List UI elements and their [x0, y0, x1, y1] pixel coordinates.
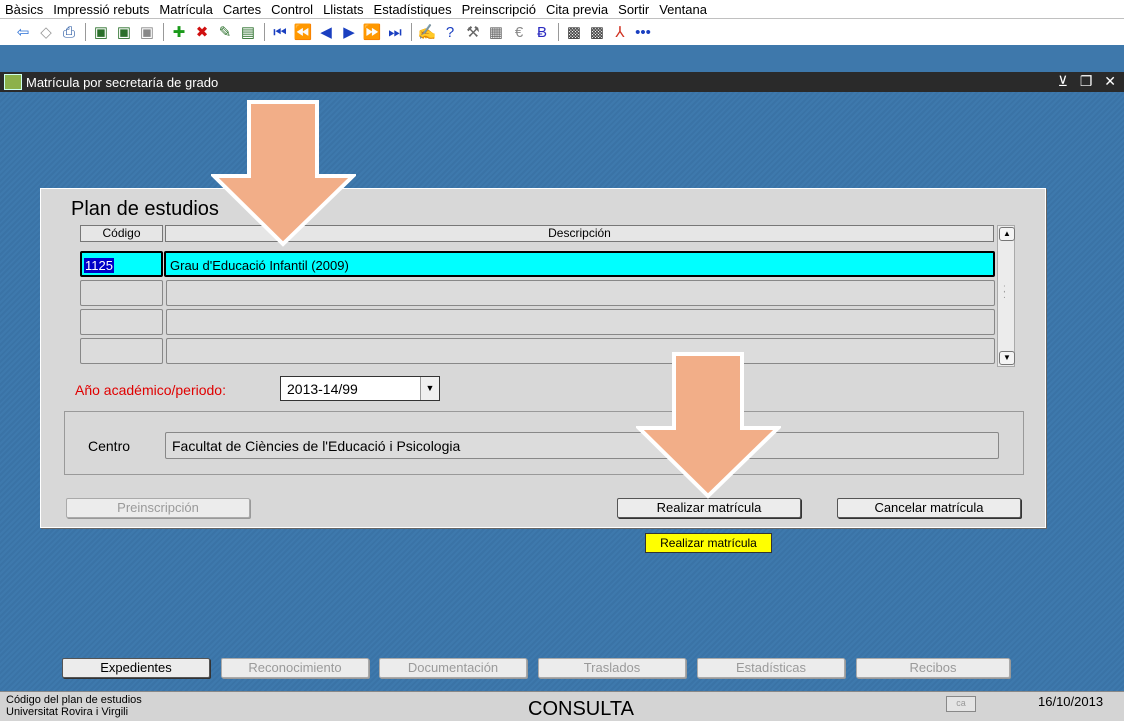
report2-icon[interactable]: ▩ [586, 21, 608, 43]
estadisticas-button[interactable]: Estadísticas [697, 658, 845, 678]
academic-year-label: Año académico/periodo: [75, 382, 226, 398]
documentacion-button[interactable]: Documentación [379, 658, 527, 678]
calendar-icon[interactable]: ▦ [485, 21, 507, 43]
centro-field[interactable]: Facultat de Ciències de l'Educació i Psi… [165, 432, 999, 459]
reconocimiento-button[interactable]: Reconocimiento [221, 658, 369, 678]
tools-icon[interactable]: ⚒ [462, 21, 484, 43]
row-4-description[interactable] [166, 338, 995, 364]
execute-query-icon[interactable]: ▣ [113, 21, 135, 43]
menu-bar: Bàsics Impressió rebuts Matrícula Cartes… [0, 0, 1124, 19]
more-icon[interactable]: ••• [632, 21, 654, 43]
table-scrollbar[interactable]: ▲ ⁚ ⁚ ▼ [997, 225, 1015, 367]
menu-control[interactable]: Control [266, 2, 318, 17]
print-icon[interactable]: ⎙ [58, 21, 80, 43]
exit-icon[interactable]: ⇦ [12, 21, 34, 43]
row-1-code-text: 1125 [84, 258, 114, 273]
report-icon[interactable]: ▩ [563, 21, 585, 43]
status-mode: CONSULTA [528, 698, 634, 720]
arrow-shape [636, 352, 781, 499]
row-1-description[interactable]: Grau d'Educació Infantil (2009) [164, 251, 995, 277]
window-controls[interactable]: ⊻ ❐ ✕ [1058, 73, 1120, 90]
query-icon[interactable]: ▣ [90, 21, 112, 43]
arrow-shape [211, 100, 356, 247]
traslados-button[interactable]: Traslados [538, 658, 686, 678]
toolbar-separator [264, 23, 265, 41]
first-record-icon[interactable]: ⏮ [269, 21, 291, 43]
insert-record-icon[interactable]: ✚ [168, 21, 190, 43]
realizar-matricula-tooltip: Realizar matrícula [645, 533, 772, 553]
annotation-arrow-1 [211, 100, 356, 247]
realizar-matricula-button[interactable]: Realizar matrícula [617, 498, 801, 518]
row-1-code[interactable]: 1125 [80, 251, 163, 277]
next-record-icon[interactable]: ▶ [338, 21, 360, 43]
status-language: ca [946, 696, 976, 712]
centro-label: Centro [88, 438, 131, 454]
annotation-arrow-2 [636, 352, 781, 499]
window-title: Matrícula por secretaría de grado [26, 74, 219, 90]
status-bar: Código del plan de estudios Universitat … [0, 691, 1124, 721]
count-query-icon[interactable]: ▣ [136, 21, 158, 43]
duplicate-record-icon[interactable]: ✎ [214, 21, 236, 43]
form-icon [4, 74, 22, 90]
menu-estadistiques[interactable]: Estadístiques [369, 2, 457, 17]
toolbar-separator [411, 23, 412, 41]
scroll-thumb-grip[interactable]: ⁚ ⁚ [1003, 285, 1006, 300]
preinscripcion-button[interactable]: Preinscripción [66, 498, 250, 518]
recibos-button[interactable]: Recibos [856, 658, 1010, 678]
code-column-header: Código [80, 225, 163, 242]
menu-impressio-rebuts[interactable]: Impressió rebuts [48, 2, 154, 17]
toolbar-separator [558, 23, 559, 41]
acrobat-icon[interactable]: ⅄ [609, 21, 631, 43]
next-block-icon[interactable]: ⏩ [361, 21, 383, 43]
centro-value: Facultat de Ciències de l'Educació i Psi… [172, 438, 461, 454]
menu-sortir[interactable]: Sortir [613, 2, 654, 17]
previous-block-icon[interactable]: ⏪ [292, 21, 314, 43]
row-3-code[interactable] [80, 309, 163, 335]
euro-icon[interactable]: € [508, 21, 530, 43]
menu-basics[interactable]: Bàsics [0, 2, 48, 17]
window-titlebar: Matrícula por secretaría de grado ⊻ ❐ ✕ [0, 72, 1124, 92]
last-record-icon[interactable]: ⏭ [384, 21, 406, 43]
text-icon[interactable]: Ƀ [531, 21, 553, 43]
row-4-code[interactable] [80, 338, 163, 364]
row-1-description-text: Grau d'Educació Infantil (2009) [170, 258, 349, 273]
menu-preinscripcio[interactable]: Preinscripció [457, 2, 541, 17]
cancelar-matricula-button[interactable]: Cancelar matrícula [837, 498, 1021, 518]
row-2-description[interactable] [166, 280, 995, 306]
edit-icon[interactable]: ✍ [416, 21, 438, 43]
menu-llistats[interactable]: Llistats [318, 2, 368, 17]
menu-cartes[interactable]: Cartes [218, 2, 266, 17]
academic-year-value: 2013-14/99 [287, 381, 358, 397]
toolbar: ⇦ ◇ ⎙ ▣ ▣ ▣ ✚ ✖ ✎ ▤ ⏮ ⏪ ◀ ▶ ⏩ ⏭ ✍ ? ⚒ ▦ … [0, 19, 1124, 45]
academic-year-select[interactable]: 2013-14/99 ▼ [280, 376, 440, 401]
menu-matricula[interactable]: Matrícula [154, 2, 217, 17]
clear-record-icon[interactable]: ▤ [237, 21, 259, 43]
menu-ventana[interactable]: Ventana [654, 2, 712, 17]
panel-title: Plan de estudios [71, 198, 219, 220]
toolbar-separator [85, 23, 86, 41]
toolbar-separator [163, 23, 164, 41]
row-3-description[interactable] [166, 309, 995, 335]
status-date: 16/10/2013 [1038, 694, 1104, 709]
scroll-up-icon[interactable]: ▲ [999, 227, 1015, 241]
menu-cita-previa[interactable]: Cita previa [541, 2, 613, 17]
status-hint-text: Código del plan de estudios [6, 694, 142, 706]
help-icon[interactable]: ? [439, 21, 461, 43]
previous-record-icon[interactable]: ◀ [315, 21, 337, 43]
dropdown-arrow-icon[interactable]: ▼ [420, 377, 439, 400]
scroll-down-icon[interactable]: ▼ [999, 351, 1015, 365]
status-hint: Código del plan de estudios Universitat … [6, 694, 142, 718]
delete-record-icon[interactable]: ✖ [191, 21, 213, 43]
eraser-icon[interactable]: ◇ [35, 21, 57, 43]
row-2-code[interactable] [80, 280, 163, 306]
expedientes-button[interactable]: Expedientes [62, 658, 210, 678]
status-org-text: Universitat Rovira i Virgili [6, 706, 129, 718]
